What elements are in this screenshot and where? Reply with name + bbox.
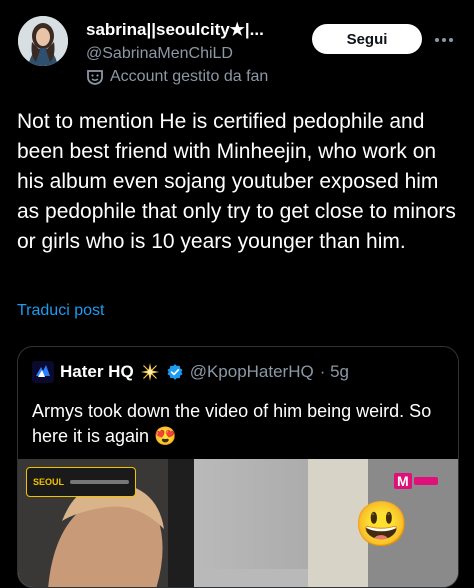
- mnet-logo-letter: M: [394, 473, 412, 489]
- translate-post-link[interactable]: Traduci post: [17, 302, 104, 320]
- broadcast-overlay-label: SEOUL: [26, 467, 136, 497]
- quoted-tweet[interactable]: Hater HQ @KpopHaterHQ · 5g Armys took do…: [17, 346, 459, 588]
- smiley-emoji-sticker: 😃: [354, 500, 409, 549]
- tweet-header: sabrina||seoulcity★|... @SabrinaMenChiLD…: [0, 0, 474, 100]
- mnet-logo: M: [394, 473, 438, 489]
- user-handle[interactable]: @SabrinaMenChiLD: [86, 45, 233, 63]
- video-thumbnail[interactable]: SEOUL M 😃: [18, 459, 458, 587]
- avatar[interactable]: [18, 16, 68, 66]
- broadcast-overlay-text: SEOUL: [33, 477, 65, 487]
- avatar-image: [18, 16, 68, 66]
- quoted-tweet-text: Armys took down the video of him being w…: [32, 399, 442, 449]
- follow-button[interactable]: Segui: [312, 24, 422, 54]
- quoted-display-name[interactable]: Hater HQ: [60, 362, 134, 382]
- quoted-text-body: Armys took down the video of him being w…: [32, 401, 432, 446]
- more-options-icon[interactable]: [431, 30, 457, 50]
- fan-account-text: Account gestito da fan: [110, 68, 269, 85]
- hater-hq-avatar-icon[interactable]: [32, 361, 54, 383]
- fan-account-label: Account gestito da fan: [86, 68, 268, 86]
- quoted-handle[interactable]: @KpopHaterHQ: [190, 362, 314, 382]
- quoted-timestamp[interactable]: · 5g: [320, 362, 349, 382]
- sparkle-icon: [140, 363, 159, 381]
- quoted-tweet-header: Hater HQ @KpopHaterHQ · 5g: [32, 361, 349, 383]
- verified-badge-icon: [167, 364, 183, 380]
- display-name[interactable]: sabrina||seoulcity★|...: [86, 20, 264, 40]
- tweet-text: Not to mention He is certified pedophile…: [17, 110, 456, 253]
- heart-eyes-emoji: 😍: [154, 426, 177, 446]
- theater-masks-icon: [87, 70, 103, 85]
